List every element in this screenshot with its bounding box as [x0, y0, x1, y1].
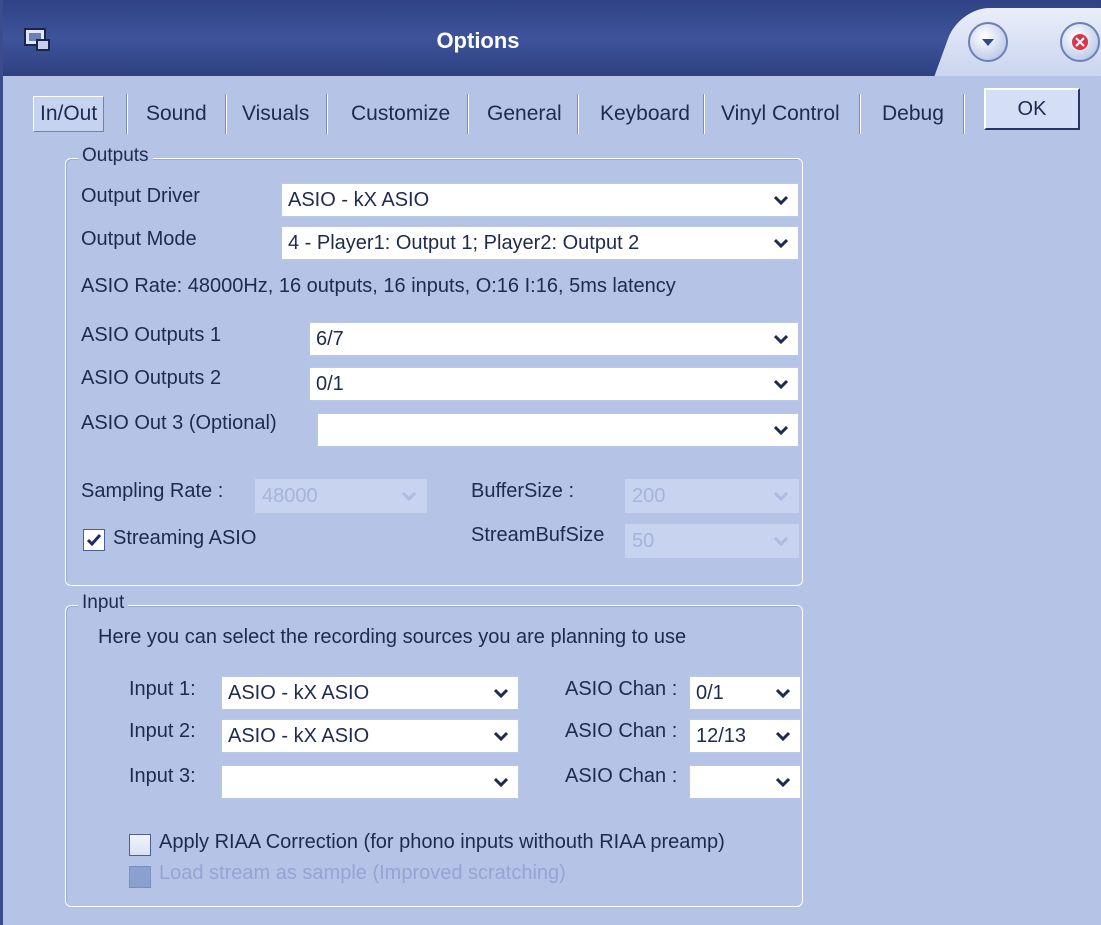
input-2-chan-value: 12/13: [696, 724, 747, 747]
input-3-chan-select[interactable]: [689, 765, 801, 799]
input-3-label: Input 3:: [129, 765, 196, 787]
input-2-label: Input 2:: [129, 720, 196, 742]
input-1-chan-value: 0/1: [696, 681, 724, 704]
window-title: Options: [436, 28, 520, 53]
output-mode-select[interactable]: 4 - Player1: Output 1; Player2: Output 2: [281, 226, 799, 260]
tab-general[interactable]: General: [481, 96, 562, 132]
input-group-title: Input: [78, 592, 129, 614]
tab-visuals[interactable]: Visuals: [236, 96, 309, 132]
chevron-down-icon: [766, 677, 800, 709]
chevron-down-icon: [484, 766, 518, 798]
input-1-chan-label: ASIO Chan :: [565, 678, 678, 700]
sampling-rate-value: 48000: [262, 484, 318, 507]
chevron-down-icon: [764, 227, 798, 259]
ok-button[interactable]: OK: [984, 88, 1080, 130]
tab-in-out[interactable]: In/Out: [33, 96, 105, 132]
load-stream-label: Load stream as sample (Improved scratchi…: [159, 862, 566, 884]
tab-debug[interactable]: Debug: [876, 96, 944, 132]
input-1-chan-select[interactable]: 0/1: [689, 676, 801, 710]
streaming-asio-label: Streaming ASIO: [113, 527, 257, 549]
buffer-size-select: 200: [625, 479, 799, 513]
load-stream-checkbox: [129, 866, 151, 888]
input-3-device-select[interactable]: [221, 765, 519, 799]
riaa-correction-label: Apply RIAA Correction (for phono inputs …: [159, 831, 725, 853]
riaa-correction-checkbox[interactable]: [129, 834, 151, 856]
output-mode-value: 4 - Player1: Output 1; Player2: Output 2: [288, 231, 640, 254]
asio-out-3-label: ASIO Out 3 (Optional): [81, 412, 277, 434]
outputs-group-title: Outputs: [78, 145, 153, 167]
chevron-down-icon: [764, 414, 798, 446]
buffer-size-value: 200: [632, 484, 666, 507]
tab-sound[interactable]: Sound: [140, 96, 207, 132]
sampling-rate-select: 48000: [255, 479, 427, 513]
minimize-button[interactable]: [968, 22, 1008, 62]
stream-buf-size-value: 50: [632, 529, 655, 552]
chevron-down-icon: [764, 368, 798, 400]
close-icon: [1072, 34, 1088, 50]
asio-outputs-1-label: ASIO Outputs 1: [81, 324, 222, 346]
chevron-down-icon: [766, 766, 800, 798]
sampling-rate-label: Sampling Rate :: [81, 480, 224, 502]
asio-outputs-1-select[interactable]: 6/7: [309, 322, 799, 356]
input-1-device-select[interactable]: ASIO - kX ASIO: [221, 676, 519, 710]
asio-out-3-select[interactable]: [317, 413, 799, 447]
tab-vinyl-control[interactable]: Vinyl Control: [715, 96, 840, 132]
output-driver-value: ASIO - kX ASIO: [288, 188, 430, 211]
chevron-down-icon: [484, 677, 518, 709]
stream-buf-size-select: 50: [625, 524, 799, 558]
tab-keyboard[interactable]: Keyboard: [594, 96, 690, 132]
close-button[interactable]: [1060, 22, 1100, 62]
asio-outputs-2-label: ASIO Outputs 2: [81, 367, 222, 389]
input-1-device-value: ASIO - kX ASIO: [228, 681, 370, 704]
asio-outputs-2-value: 0/1: [316, 372, 344, 395]
buffer-size-label: BufferSize :: [471, 480, 575, 502]
chevron-down-icon: [392, 480, 426, 512]
chevron-down-icon: [764, 480, 798, 512]
tab-bar: In/Out Sound Visuals Customize General K…: [3, 88, 1101, 140]
chevron-down-icon: [766, 720, 800, 752]
input-2-device-select[interactable]: ASIO - kX ASIO: [221, 719, 519, 753]
input-3-chan-label: ASIO Chan :: [565, 765, 678, 787]
chevron-down-icon: [484, 720, 518, 752]
title-bar[interactable]: Options: [3, 0, 1101, 84]
asio-outputs-2-select[interactable]: 0/1: [309, 367, 799, 401]
stream-buf-size-label: StreamBufSize: [471, 524, 605, 546]
tab-customize[interactable]: Customize: [345, 96, 450, 132]
asio-rate-info: ASIO Rate: 48000Hz, 16 outputs, 16 input…: [81, 275, 676, 297]
output-driver-select[interactable]: ASIO - kX ASIO: [281, 183, 799, 217]
options-window: Options In/Out Sound Visuals Customize G…: [0, 0, 1101, 925]
checkmark-icon: [86, 534, 102, 547]
streaming-asio-checkbox[interactable]: [83, 529, 105, 551]
chevron-down-icon: [764, 323, 798, 355]
chevron-down-icon: [764, 184, 798, 216]
chevron-down-icon: [982, 39, 994, 46]
input-description: Here you can select the recording source…: [98, 626, 687, 648]
input-2-chan-select[interactable]: 12/13: [689, 719, 801, 753]
asio-outputs-1-value: 6/7: [316, 327, 344, 350]
chevron-down-icon: [764, 525, 798, 557]
output-mode-label: Output Mode: [81, 228, 197, 250]
input-1-label: Input 1:: [129, 678, 196, 700]
output-driver-label: Output Driver: [81, 185, 200, 207]
input-2-device-value: ASIO - kX ASIO: [228, 724, 370, 747]
input-2-chan-label: ASIO Chan :: [565, 720, 678, 742]
